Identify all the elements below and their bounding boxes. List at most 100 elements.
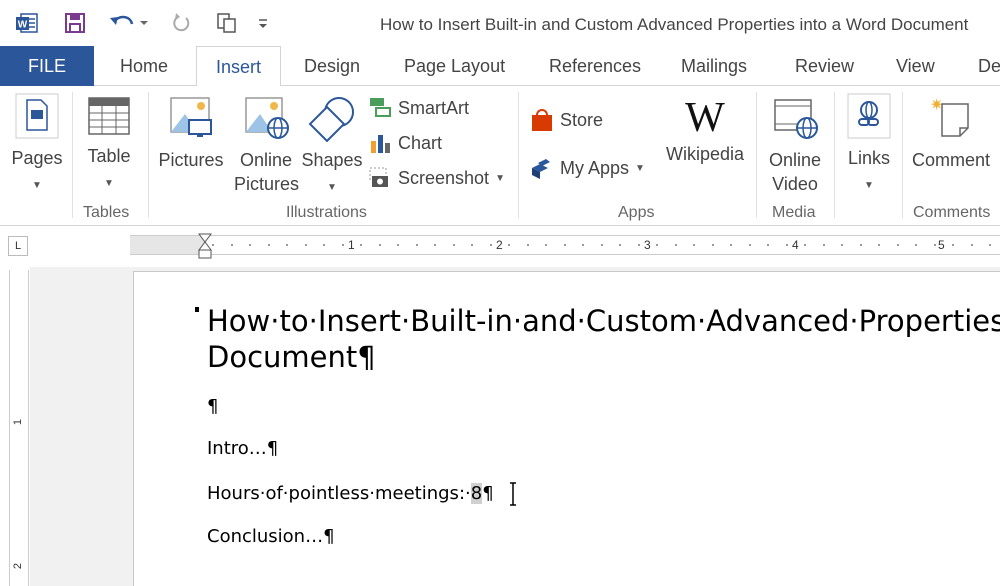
ruler-number: 1 <box>348 238 355 252</box>
table-button[interactable]: Table ▼ <box>82 94 136 196</box>
tab-references[interactable]: References <box>549 46 641 86</box>
word-icon[interactable]: W <box>14 9 40 37</box>
ruler-tick <box>212 244 214 246</box>
ruler-tick <box>397 244 399 246</box>
heading-line-2: Document¶ <box>207 340 376 374</box>
customize-icon[interactable] <box>250 9 276 37</box>
shapes-button[interactable]: Shapes ▼ <box>300 94 364 200</box>
ruler-tick <box>693 244 695 246</box>
pages-button[interactable]: Pages ▼ <box>8 92 66 198</box>
redo-icon[interactable] <box>168 9 194 37</box>
ruler-tick <box>249 244 251 246</box>
group-label-illustrations: Illustrations <box>286 204 367 221</box>
ruler-number: 4 <box>792 238 799 252</box>
wikipedia-button[interactable]: W Wikipedia <box>662 94 748 166</box>
chevron-down-icon: ▼ <box>327 182 337 193</box>
pictures-button[interactable]: Pictures <box>156 94 226 172</box>
pilcrow: ¶ <box>482 483 494 504</box>
ruler-tick <box>896 244 899 246</box>
ruler-tick <box>360 244 362 246</box>
document-heading[interactable]: How·to·Insert·Built-in·and·Custom·Advanc… <box>207 303 1000 375</box>
title-bar: W How to Insert Built-in and Custom Adva… <box>0 0 1000 46</box>
ruler-number: 5 <box>938 238 945 252</box>
ruler-tick <box>656 244 658 246</box>
ruler-tick <box>545 244 547 246</box>
indent-marker-icon[interactable] <box>197 232 213 262</box>
ruler-tick <box>915 244 917 246</box>
ruler-tick <box>878 244 880 246</box>
pictures-icon <box>170 97 212 137</box>
group-separator <box>834 92 835 218</box>
tab-developer[interactable]: De <box>978 46 1000 86</box>
online-pictures-button[interactable]: Online Pictures <box>234 94 299 196</box>
smartart-label: SmartArt <box>398 97 470 118</box>
ruler-tick <box>859 244 862 246</box>
tab-review[interactable]: Review <box>795 46 854 86</box>
tab-insert[interactable]: Insert <box>196 46 281 87</box>
links-button[interactable]: Links ▼ <box>842 92 896 198</box>
copy-icon[interactable] <box>214 9 240 37</box>
chevron-down-icon: ▼ <box>495 172 505 184</box>
shapes-icon <box>308 97 354 143</box>
ruler-tick <box>323 244 325 246</box>
group-separator <box>72 92 73 218</box>
comment-icon: ✷ <box>930 95 969 137</box>
undo-icon[interactable] <box>106 9 150 37</box>
online-video-icon <box>774 99 818 139</box>
online-video-label-1: Online <box>768 150 822 170</box>
ruler-tick <box>637 244 640 246</box>
group-separator <box>148 92 149 218</box>
tab-selector[interactable]: L <box>8 236 28 256</box>
ruler-tick <box>304 244 307 246</box>
ruler-tick <box>286 244 288 246</box>
ruler-tick <box>267 244 270 246</box>
ruler-tick <box>822 244 825 246</box>
hours-text: Hours·of·pointless·meetings:· <box>207 483 471 504</box>
my-apps-icon <box>532 159 550 179</box>
ruler-tick <box>378 244 381 246</box>
chevron-down-icon: ▼ <box>864 180 874 191</box>
intro-paragraph[interactable]: Intro…¶ <box>207 438 278 459</box>
online-video-button[interactable]: Online Video <box>764 94 826 196</box>
tab-mailings[interactable]: Mailings <box>681 46 747 86</box>
ruler-number: 2 <box>12 562 25 570</box>
tab-view[interactable]: View <box>896 46 935 86</box>
table-label: Table <box>87 146 131 166</box>
comment-button[interactable]: ✷ Comment <box>910 94 1000 172</box>
my-apps-button[interactable]: My Apps ▼ <box>530 154 645 182</box>
ruler-tick <box>341 244 344 246</box>
group-separator <box>756 92 757 218</box>
tab-page-layout[interactable]: Page Layout <box>404 46 505 86</box>
tab-file[interactable]: FILE <box>0 46 94 86</box>
group-separator <box>518 92 519 218</box>
smartart-button[interactable]: SmartArt <box>368 94 469 122</box>
ruler-tick <box>619 244 621 246</box>
ruler-tick <box>452 244 455 246</box>
hours-paragraph[interactable]: Hours·of·pointless·meetings:·8¶ <box>207 483 494 504</box>
screenshot-button[interactable]: Screenshot ▼ <box>368 164 505 192</box>
group-label-apps: Apps <box>618 204 655 221</box>
chart-button[interactable]: Chart <box>368 129 442 157</box>
window-title: How to Insert Built-in and Custom Advanc… <box>380 15 969 34</box>
my-apps-label: My Apps <box>560 157 630 178</box>
ruler-tick <box>841 244 843 246</box>
document-page[interactable]: How·to·Insert·Built-in·and·Custom·Advanc… <box>133 271 1000 586</box>
ruler-tick <box>471 244 473 246</box>
conclusion-paragraph[interactable]: Conclusion…¶ <box>207 526 335 547</box>
ribbon-insert: Pages ▼ Table ▼ Tables Pictures Online P… <box>0 86 1000 226</box>
ruler-tick <box>230 244 233 246</box>
store-label: Store <box>560 109 604 130</box>
vertical-ruler[interactable]: 1 2 <box>9 270 29 586</box>
tab-home[interactable]: Home <box>120 46 168 86</box>
text-cursor-icon <box>510 482 516 506</box>
chevron-down-icon: ▼ <box>104 178 114 189</box>
empty-paragraph[interactable]: ¶ <box>207 396 218 417</box>
tab-design[interactable]: Design <box>304 46 360 86</box>
save-icon[interactable] <box>62 9 88 37</box>
docproperty-field[interactable]: 8 <box>470 483 483 504</box>
svg-text:W: W <box>18 20 28 31</box>
store-button[interactable]: Store <box>530 106 603 134</box>
ruler-number: 2 <box>496 238 503 252</box>
horizontal-ruler[interactable]: 1 2 3 4 5 <box>130 233 1000 259</box>
chevron-down-icon: ▼ <box>32 180 42 191</box>
